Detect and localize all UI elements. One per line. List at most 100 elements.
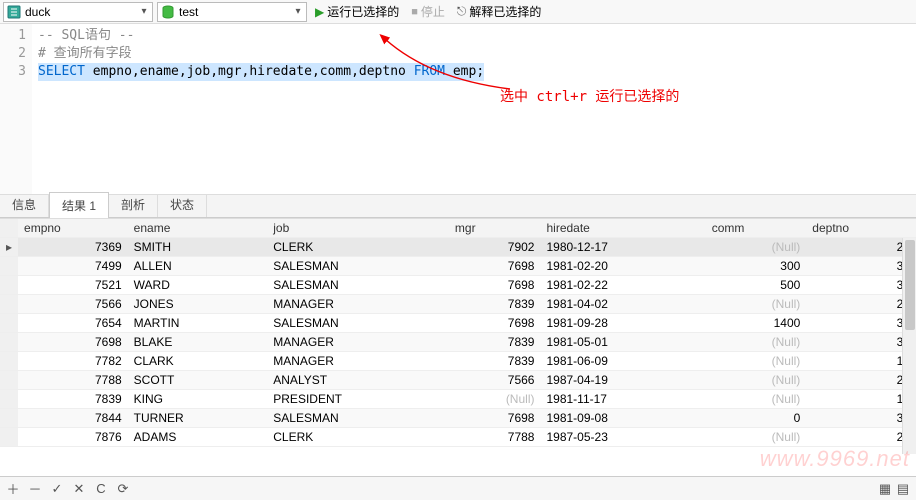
column-header-job[interactable]: job (267, 219, 449, 238)
run-selected-button[interactable]: ▶ 运行已选择的 (311, 2, 403, 22)
cell-hiredate[interactable]: 1987-04-19 (540, 371, 705, 390)
cell-deptno[interactable]: 30 (806, 257, 916, 276)
table-row[interactable]: 7839KINGPRESIDENT(Null)1981-11-17(Null)1… (0, 390, 916, 409)
column-header-empno[interactable]: empno (18, 219, 128, 238)
cell-deptno[interactable]: 30 (806, 314, 916, 333)
cell-comm[interactable]: (Null) (706, 352, 807, 371)
table-row[interactable]: 7654MARTINSALESMAN76981981-09-28140030 (0, 314, 916, 333)
cell-comm[interactable]: (Null) (706, 238, 807, 257)
cell-job[interactable]: MANAGER (267, 295, 449, 314)
cell-deptno[interactable]: 20 (806, 295, 916, 314)
cell-hiredate[interactable]: 1981-09-08 (540, 409, 705, 428)
cell-ename[interactable]: MARTIN (128, 314, 268, 333)
cell-job[interactable]: SALESMAN (267, 276, 449, 295)
column-header-ename[interactable]: ename (128, 219, 268, 238)
cell-comm[interactable]: (Null) (706, 390, 807, 409)
cell-ename[interactable]: ADAMS (128, 428, 268, 447)
cell-job[interactable]: ANALYST (267, 371, 449, 390)
scrollbar-thumb[interactable] (905, 240, 915, 330)
cell-hiredate[interactable]: 1981-09-28 (540, 314, 705, 333)
column-header-deptno[interactable]: deptno (806, 219, 916, 238)
vertical-scrollbar[interactable] (902, 238, 916, 454)
table-row[interactable]: 7844TURNERSALESMAN76981981-09-08030 (0, 409, 916, 428)
table-row[interactable]: 7782CLARKMANAGER78391981-06-09(Null)10 (0, 352, 916, 371)
cell-job[interactable]: MANAGER (267, 333, 449, 352)
cell-hiredate[interactable]: 1981-06-09 (540, 352, 705, 371)
cell-comm[interactable]: 0 (706, 409, 807, 428)
cell-ename[interactable]: SCOTT (128, 371, 268, 390)
cell-comm[interactable]: 1400 (706, 314, 807, 333)
table-row[interactable]: 7499ALLENSALESMAN76981981-02-2030030 (0, 257, 916, 276)
cell-mgr[interactable]: 7698 (449, 314, 541, 333)
cell-hiredate[interactable]: 1987-05-23 (540, 428, 705, 447)
tab-1[interactable]: 结果 1 (49, 192, 109, 218)
cell-comm[interactable]: (Null) (706, 428, 807, 447)
cell-ename[interactable]: WARD (128, 276, 268, 295)
cell-ename[interactable]: BLAKE (128, 333, 268, 352)
column-header-mgr[interactable]: mgr (449, 219, 541, 238)
explain-selected-button[interactable]: ⎋ 解释已选择的 (453, 2, 546, 22)
cell-empno[interactable]: 7698 (18, 333, 128, 352)
table-row[interactable]: 7521WARDSALESMAN76981981-02-2250030 (0, 276, 916, 295)
cell-deptno[interactable]: 30 (806, 333, 916, 352)
cell-job[interactable]: SALESMAN (267, 314, 449, 333)
cell-job[interactable]: MANAGER (267, 352, 449, 371)
stop-button[interactable]: ■ 停止 (407, 2, 449, 22)
database-selector[interactable]: duck ▾ (3, 2, 153, 22)
cell-job[interactable]: CLERK (267, 238, 449, 257)
result-grid[interactable]: empnoenamejobmgrhiredatecommdeptno ▸7369… (0, 218, 916, 447)
cell-hiredate[interactable]: 1981-11-17 (540, 390, 705, 409)
cell-deptno[interactable]: 20 (806, 371, 916, 390)
cell-mgr[interactable]: 7698 (449, 409, 541, 428)
cell-comm[interactable]: 300 (706, 257, 807, 276)
cell-ename[interactable]: KING (128, 390, 268, 409)
cell-comm[interactable]: 500 (706, 276, 807, 295)
cell-hiredate[interactable]: 1981-02-20 (540, 257, 705, 276)
cell-empno[interactable]: 7876 (18, 428, 128, 447)
delete-row-button[interactable]: － (28, 482, 42, 496)
table-row[interactable]: 7788SCOTTANALYST75661987-04-19(Null)20 (0, 371, 916, 390)
cell-empno[interactable]: 7844 (18, 409, 128, 428)
cell-deptno[interactable]: 10 (806, 352, 916, 371)
cell-ename[interactable]: SMITH (128, 238, 268, 257)
cell-job[interactable]: SALESMAN (267, 409, 449, 428)
refresh-button[interactable]: ⟳ (116, 482, 130, 496)
cell-mgr[interactable]: 7698 (449, 257, 541, 276)
cell-mgr[interactable]: (Null) (449, 390, 541, 409)
cell-mgr[interactable]: 7902 (449, 238, 541, 257)
table-row[interactable]: 7876ADAMSCLERK77881987-05-23(Null)20 (0, 428, 916, 447)
cell-job[interactable]: PRESIDENT (267, 390, 449, 409)
cancel-button[interactable]: ✕ (72, 482, 86, 496)
apply-button[interactable]: ✓ (50, 482, 64, 496)
tab-3[interactable]: 状态 (158, 192, 207, 217)
sql-editor[interactable]: 123 -- SQL语句 --# 查询所有字段SELECT empno,enam… (0, 24, 916, 194)
cell-comm[interactable]: (Null) (706, 371, 807, 390)
cell-empno[interactable]: 7499 (18, 257, 128, 276)
cell-deptno[interactable]: 30 (806, 409, 916, 428)
cell-empno[interactable]: 7782 (18, 352, 128, 371)
cell-job[interactable]: SALESMAN (267, 257, 449, 276)
cell-comm[interactable]: (Null) (706, 295, 807, 314)
tab-0[interactable]: 信息 (0, 192, 49, 217)
cell-mgr[interactable]: 7839 (449, 333, 541, 352)
cell-hiredate[interactable]: 1981-05-01 (540, 333, 705, 352)
cell-mgr[interactable]: 7698 (449, 276, 541, 295)
cell-hiredate[interactable]: 1981-04-02 (540, 295, 705, 314)
cell-empno[interactable]: 7521 (18, 276, 128, 295)
cell-empno[interactable]: 7654 (18, 314, 128, 333)
schema-selector[interactable]: test ▾ (157, 2, 307, 22)
cell-hiredate[interactable]: 1981-02-22 (540, 276, 705, 295)
editor-code[interactable]: -- SQL语句 --# 查询所有字段SELECT empno,ename,jo… (32, 24, 484, 194)
cell-job[interactable]: CLERK (267, 428, 449, 447)
column-header-hiredate[interactable]: hiredate (540, 219, 705, 238)
form-view-icon[interactable]: ▤ (896, 482, 910, 496)
table-row[interactable]: ▸7369SMITHCLERK79021980-12-17(Null)20 (0, 238, 916, 257)
cell-deptno[interactable]: 20 (806, 238, 916, 257)
cell-mgr[interactable]: 7788 (449, 428, 541, 447)
cell-ename[interactable]: JONES (128, 295, 268, 314)
cell-ename[interactable]: ALLEN (128, 257, 268, 276)
cell-empno[interactable]: 7839 (18, 390, 128, 409)
table-row[interactable]: 7698BLAKEMANAGER78391981-05-01(Null)30 (0, 333, 916, 352)
cell-ename[interactable]: TURNER (128, 409, 268, 428)
cell-mgr[interactable]: 7839 (449, 295, 541, 314)
